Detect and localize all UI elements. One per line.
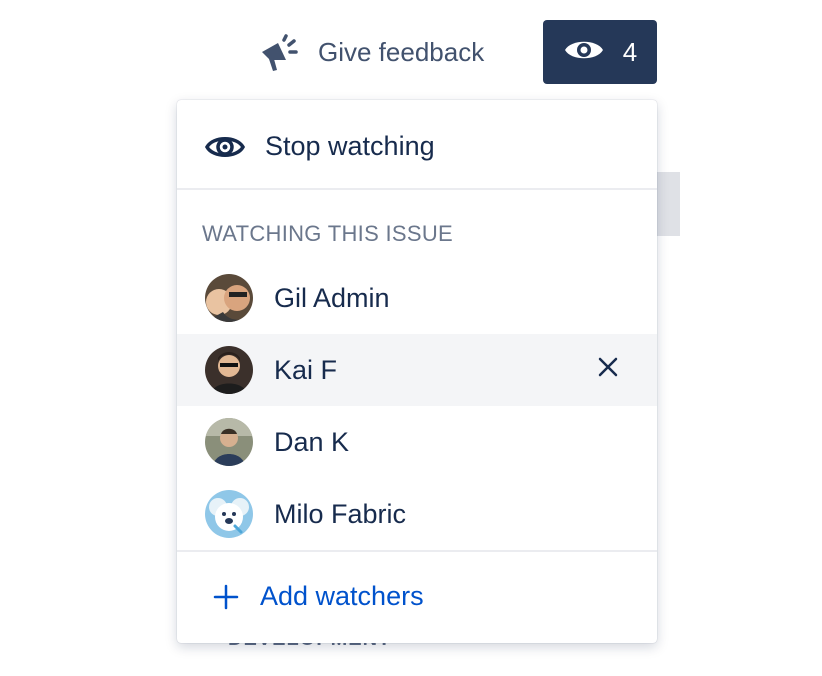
watch-button[interactable]: 4 — [543, 20, 657, 84]
eye-icon — [563, 35, 605, 70]
watcher-name: Dan K — [274, 427, 350, 457]
watching-section-heading: WATCHING THIS ISSUE — [202, 221, 453, 246]
give-feedback-button[interactable]: Give feedback — [256, 28, 484, 76]
plus-icon — [213, 584, 239, 615]
megaphone-icon — [256, 30, 300, 74]
watcher-row[interactable]: Dan K — [177, 406, 657, 478]
watcher-row[interactable]: Milo Fabric — [177, 478, 657, 550]
stop-watching-label: Stop watching — [265, 131, 435, 161]
stop-watching-button[interactable]: Stop watching — [177, 100, 657, 188]
remove-watcher-button[interactable] — [593, 354, 623, 384]
divider — [177, 188, 657, 190]
watcher-name: Kai F — [274, 355, 338, 385]
add-watchers-button[interactable]: Add watchers — [177, 552, 657, 643]
add-watchers-label: Add watchers — [260, 581, 424, 611]
give-feedback-label: Give feedback — [318, 36, 485, 67]
watcher-row[interactable]: Kai F — [177, 334, 657, 406]
watcher-row[interactable]: Gil Admin — [177, 262, 657, 334]
eye-icon — [204, 131, 246, 168]
close-icon — [597, 356, 619, 383]
watcher-name: Milo Fabric — [274, 499, 407, 529]
watchers-popup: Stop watching WATCHING THIS ISSUE Gil Ad… — [177, 100, 657, 643]
page: DEVELOPMENT Give feedback 4 — [0, 0, 822, 676]
avatar — [205, 274, 253, 322]
watcher-name: Gil Admin — [274, 283, 390, 313]
avatar — [205, 490, 253, 538]
watcher-count: 4 — [622, 36, 638, 67]
avatar — [205, 346, 253, 394]
avatar — [205, 418, 253, 466]
